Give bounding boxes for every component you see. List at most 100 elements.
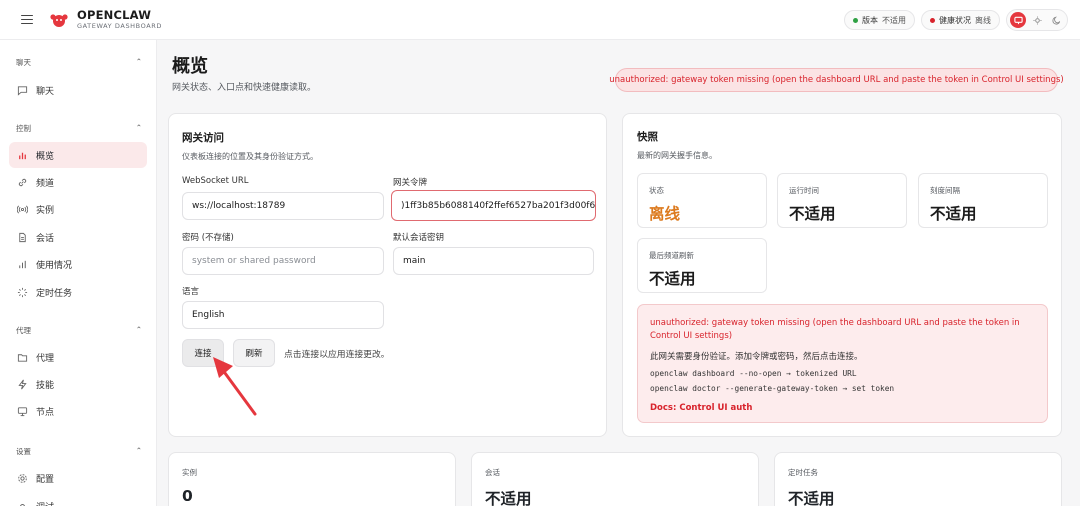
theme-switcher	[1006, 9, 1068, 31]
stat-status: 状态 离线	[637, 173, 767, 228]
session-key-input[interactable]: main	[393, 247, 594, 275]
sidebar-item-skills[interactable]: 技能	[9, 371, 147, 397]
sidebar-item-config[interactable]: 配置	[9, 465, 147, 491]
theme-dark-button[interactable]	[1048, 12, 1064, 28]
connect-hint: 点击连接以应用连接更改。	[284, 350, 390, 360]
websocket-url-label: WebSocket URL	[182, 176, 249, 186]
password-label: 密码 (不存储)	[182, 233, 234, 243]
sidebar: 聊天 ⌃ 聊天 控制 ⌃ 概览 频道 实例 会话 使用情况 定时任务 代理 ⌃ 代理 …	[0, 40, 157, 506]
theme-light-button[interactable]	[1029, 12, 1045, 28]
sidebar-item-instances[interactable]: 实例	[9, 196, 147, 222]
sidebar-item-label: 概览	[36, 151, 55, 162]
sidebar-item-sessions[interactable]: 会话	[9, 224, 147, 250]
section-label: 控制	[16, 124, 31, 133]
card-value: 不适用	[788, 490, 835, 506]
stat-label: 运行时间	[789, 186, 819, 195]
auth-error-banner: unauthorized: gateway token missing (ope…	[609, 68, 1064, 92]
sidebar-section-chat[interactable]: 聊天 ⌃	[16, 57, 142, 68]
websocket-url-value: ws://localhost:18789	[192, 201, 286, 211]
stat-label: 刻度间隔	[930, 186, 960, 195]
gateway-token-label: 网关令牌	[393, 178, 428, 188]
sidebar-item-overview[interactable]: 概览	[9, 142, 147, 168]
sidebar-item-nodes[interactable]: 节点	[9, 398, 147, 424]
alert-command-dashboard: openclaw dashboard --no-open → tokenized…	[650, 369, 857, 378]
health-value: 离线	[975, 15, 991, 25]
chat-icon	[17, 85, 28, 96]
link-icon	[17, 177, 28, 188]
menu-icon[interactable]	[21, 14, 35, 25]
stats-icon	[17, 259, 28, 270]
bug-icon	[17, 501, 28, 506]
sidebar-item-agents[interactable]: 代理	[9, 344, 147, 370]
sidebar-item-chat[interactable]: 聊天	[9, 77, 147, 103]
brand-title: OPENCLAW	[77, 7, 152, 22]
gear-icon	[17, 473, 28, 484]
sidebar-section-control[interactable]: 控制 ⌃	[16, 123, 142, 134]
version-status-dot	[853, 17, 858, 23]
gateway-token-input[interactable]: )1ff3b85b6088140f2ffef6527ba201f3d00f6	[391, 190, 596, 221]
annotation-arrow-icon	[213, 357, 257, 416]
sidebar-item-label: 配置	[36, 474, 55, 485]
health-label: 健康状况	[939, 15, 971, 25]
card-title: 网关访问	[182, 132, 224, 144]
radio-icon	[17, 204, 28, 215]
chevron-up-icon: ⌃	[135, 325, 142, 334]
snapshot-title: 快照	[637, 131, 658, 143]
brand: OPENCLAW GATEWAY DASHBOARD	[77, 7, 162, 30]
sidebar-section-settings[interactable]: 设置 ⌃	[16, 446, 142, 457]
theme-system-button[interactable]	[1010, 12, 1026, 28]
password-input[interactable]: system or shared password	[182, 247, 384, 275]
stat-tick-interval: 刻度间隔 不适用	[918, 173, 1048, 228]
sidebar-item-label: 技能	[36, 380, 55, 391]
sidebar-item-label: 会话	[36, 233, 55, 244]
sidebar-item-usage[interactable]: 使用情况	[9, 251, 147, 277]
card-subtitle: 仪表板连接的位置及其身份验证方式。	[182, 152, 318, 161]
sidebar-item-label: 频道	[36, 178, 55, 189]
auth-alert: unauthorized: gateway token missing (ope…	[637, 304, 1048, 423]
card-label: 会话	[485, 468, 500, 477]
stat-label: 状态	[649, 186, 664, 195]
stat-value: 离线	[649, 205, 681, 223]
password-placeholder: system or shared password	[192, 256, 316, 266]
moon-icon	[1051, 16, 1060, 25]
card-value: 不适用	[485, 490, 532, 506]
sun-icon	[1032, 15, 1042, 25]
stat-label: 最后频道刷新	[649, 251, 694, 260]
bar-chart-icon	[17, 150, 28, 161]
version-label: 版本	[862, 15, 878, 25]
sidebar-section-agents[interactable]: 代理 ⌃	[16, 325, 142, 336]
gateway-token-value: )1ff3b85b6088140f2ffef6527ba201f3d00f6	[401, 200, 596, 211]
alert-message: unauthorized: gateway token missing (ope…	[650, 318, 1020, 341]
sidebar-item-debug[interactable]: 调试	[9, 493, 147, 506]
folder-icon	[17, 352, 28, 363]
stat-last-channel-refresh: 最后频道刷新 不适用	[637, 238, 767, 293]
session-key-label: 默认会话密钥	[393, 233, 445, 243]
language-label: 语言	[182, 287, 200, 297]
monitor-icon	[17, 406, 28, 417]
alert-command-doctor: openclaw doctor --generate-gateway-token…	[650, 384, 895, 393]
stat-uptime: 运行时间 不适用	[777, 173, 907, 228]
snapshot-subtitle: 最新的网关握手信息。	[637, 151, 717, 160]
card-value: 0	[182, 487, 193, 505]
section-label: 聊天	[16, 58, 31, 67]
page-subtitle: 网关状态、入口点和快速健康读取。	[172, 83, 317, 93]
sidebar-item-label: 实例	[36, 205, 55, 216]
section-label: 设置	[16, 447, 31, 456]
sidebar-item-cron[interactable]: 定时任务	[9, 279, 147, 305]
sidebar-item-channels[interactable]: 频道	[9, 169, 147, 195]
sidebar-item-label: 节点	[36, 407, 55, 418]
language-value: English	[192, 310, 225, 320]
chevron-up-icon: ⌃	[135, 123, 142, 132]
document-icon	[17, 232, 28, 243]
websocket-url-input[interactable]: ws://localhost:18789	[182, 192, 384, 220]
loader-icon	[17, 287, 28, 298]
stat-value: 不适用	[789, 205, 836, 223]
card-label: 实例	[182, 468, 197, 477]
version-value: 不适用	[882, 15, 906, 25]
sidebar-item-label: 使用情况	[36, 260, 73, 271]
lightning-icon	[17, 379, 28, 390]
chevron-up-icon: ⌃	[135, 446, 142, 455]
docs-link[interactable]: Docs: Control UI auth	[650, 403, 752, 413]
language-select[interactable]: English	[182, 301, 384, 329]
alert-hint: 此网关需要身份验证。添加令牌或密码，然后点击连接。	[650, 352, 863, 362]
